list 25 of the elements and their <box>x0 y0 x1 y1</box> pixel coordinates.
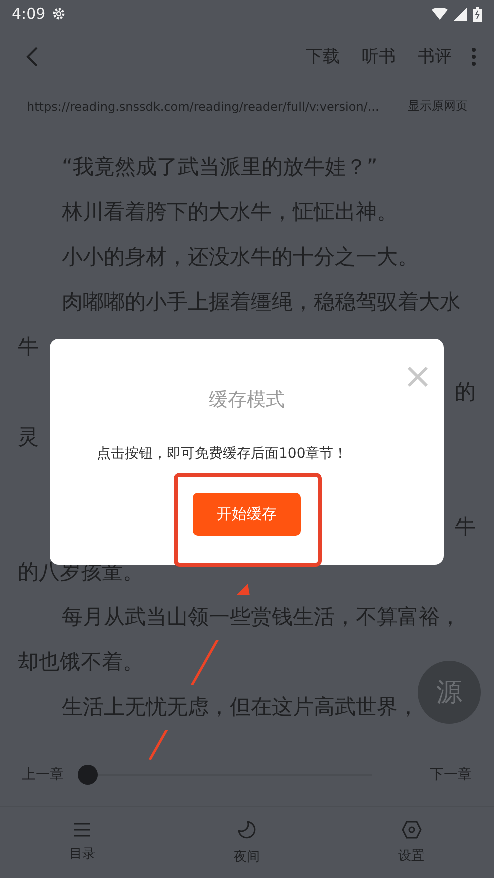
slider-thumb[interactable] <box>78 765 98 785</box>
menu-icon <box>73 822 92 836</box>
back-icon[interactable] <box>26 46 38 66</box>
start-cache-button[interactable]: 开始缓存 <box>193 493 301 536</box>
close-icon[interactable] <box>406 365 430 389</box>
nav-tab[interactable]: 设置 <box>372 820 452 864</box>
more-icon[interactable] <box>472 48 476 66</box>
show-original-link[interactable]: 显示原网页 <box>408 98 468 115</box>
dialog-message: 点击按钮，即可免费缓存后面100章节！ <box>97 445 349 463</box>
previous-chapter-link[interactable]: 上一章 <box>22 766 64 784</box>
wifi-icon <box>432 8 448 20</box>
next-chapter-link[interactable]: 下一章 <box>430 766 472 784</box>
nav-tab[interactable]: 目录 <box>42 822 122 862</box>
status-time: 4:09 <box>12 5 46 23</box>
page-url: https://reading.snssdk.com/reading/reader/full/v:version/... <box>27 100 380 114</box>
nav-tab[interactable]: 夜间 <box>206 820 287 866</box>
toolbar-action[interactable]: 下载 <box>306 45 340 68</box>
signal-icon <box>454 8 467 20</box>
battery-icon <box>473 6 482 22</box>
gear-icon <box>52 7 66 21</box>
settings-icon <box>402 820 422 838</box>
toolbar-action[interactable]: 听书 <box>362 45 396 68</box>
toolbar-action[interactable]: 书评 <box>418 45 452 68</box>
moon-icon <box>236 820 257 840</box>
dialog-title: 缓存模式 <box>209 388 285 413</box>
